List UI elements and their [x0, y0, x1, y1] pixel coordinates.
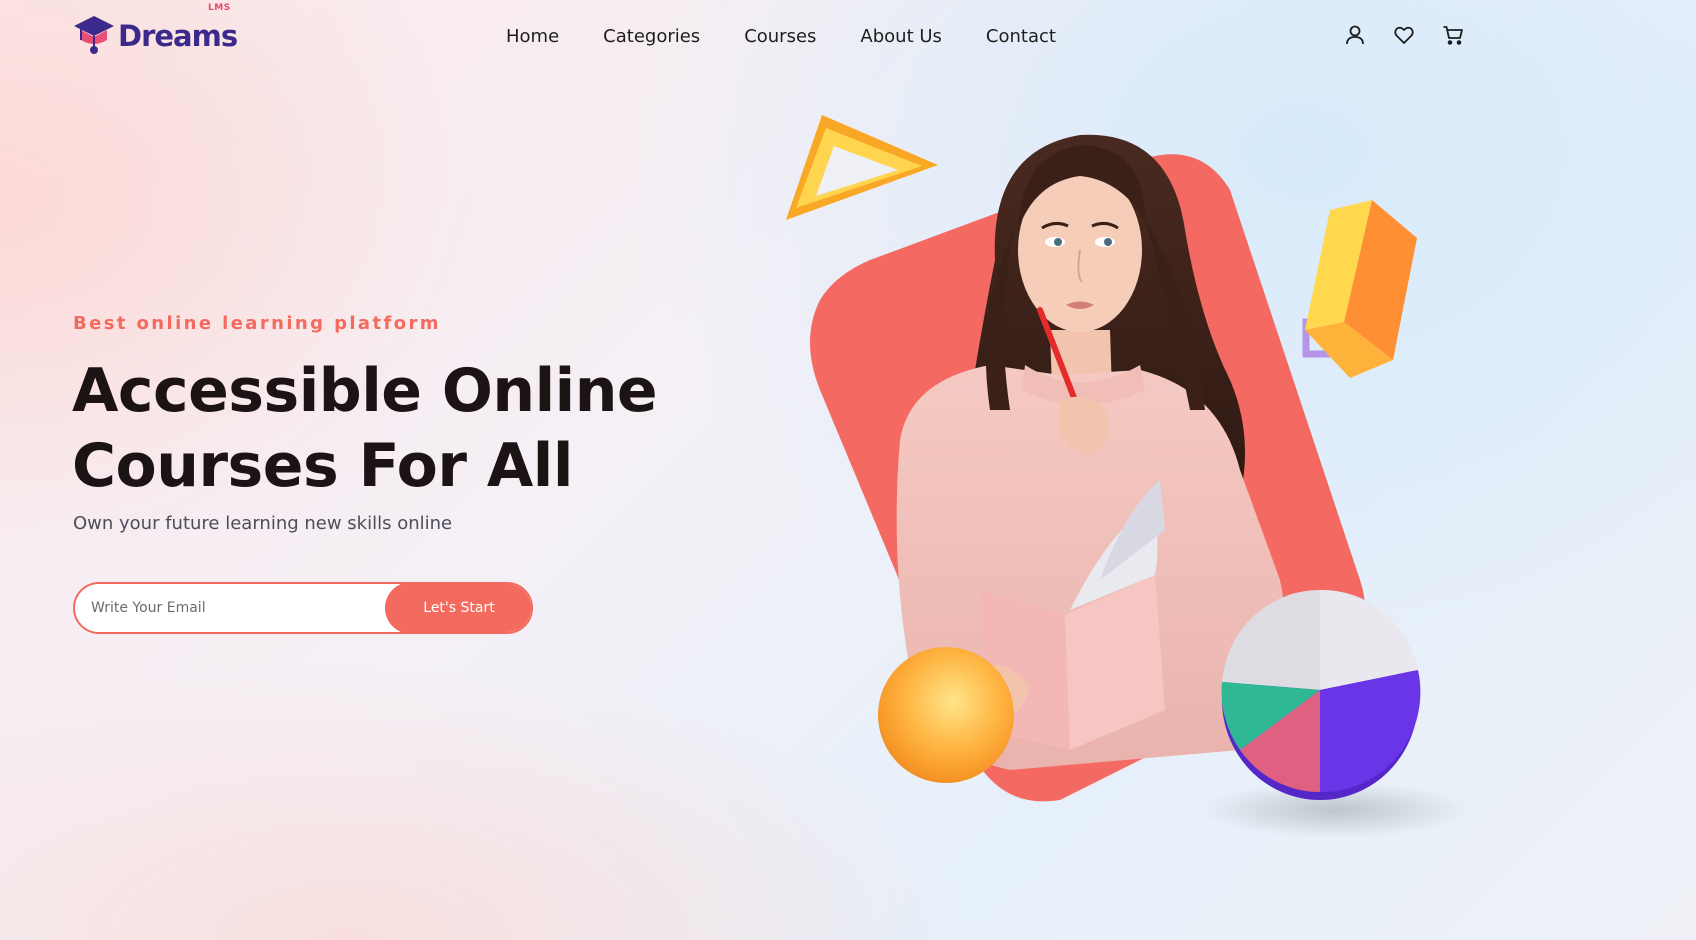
logo[interactable]: Dreams — [72, 14, 238, 54]
sphere-shape — [878, 647, 1014, 783]
brand-name: Dreams — [118, 19, 238, 53]
email-input[interactable] — [75, 584, 395, 632]
heart-icon[interactable] — [1393, 24, 1415, 46]
nav-about-us[interactable]: About Us — [860, 26, 942, 47]
brand-superscript: LMS — [208, 3, 231, 13]
header-icons — [1344, 24, 1464, 46]
triangle-shape — [786, 115, 938, 220]
headline-line-1: Accessible Online — [72, 356, 658, 426]
hero-subtext: Own your future learning new skills onli… — [73, 513, 453, 534]
headline-line-2: Courses For All — [72, 431, 573, 501]
graduation-cap-icon — [72, 14, 116, 54]
nav-courses[interactable]: Courses — [744, 26, 816, 47]
nav-categories[interactable]: Categories — [603, 26, 700, 47]
hero-eyebrow: Best online learning platform — [73, 313, 441, 334]
nav-contact[interactable]: Contact — [986, 26, 1056, 47]
hero-illustration — [760, 110, 1480, 850]
cart-icon[interactable] — [1442, 24, 1464, 46]
main-nav: Home Categories Courses About Us Contact — [506, 26, 1100, 47]
hero-headline: Accessible Online Courses For All — [72, 354, 712, 504]
lets-start-button[interactable]: Let's Start — [385, 584, 531, 632]
site-header: Dreams LMS Home Categories Courses About… — [0, 0, 1696, 76]
signup-form: Let's Start — [73, 582, 533, 634]
user-icon[interactable] — [1344, 24, 1366, 46]
nav-home[interactable]: Home — [506, 26, 559, 47]
